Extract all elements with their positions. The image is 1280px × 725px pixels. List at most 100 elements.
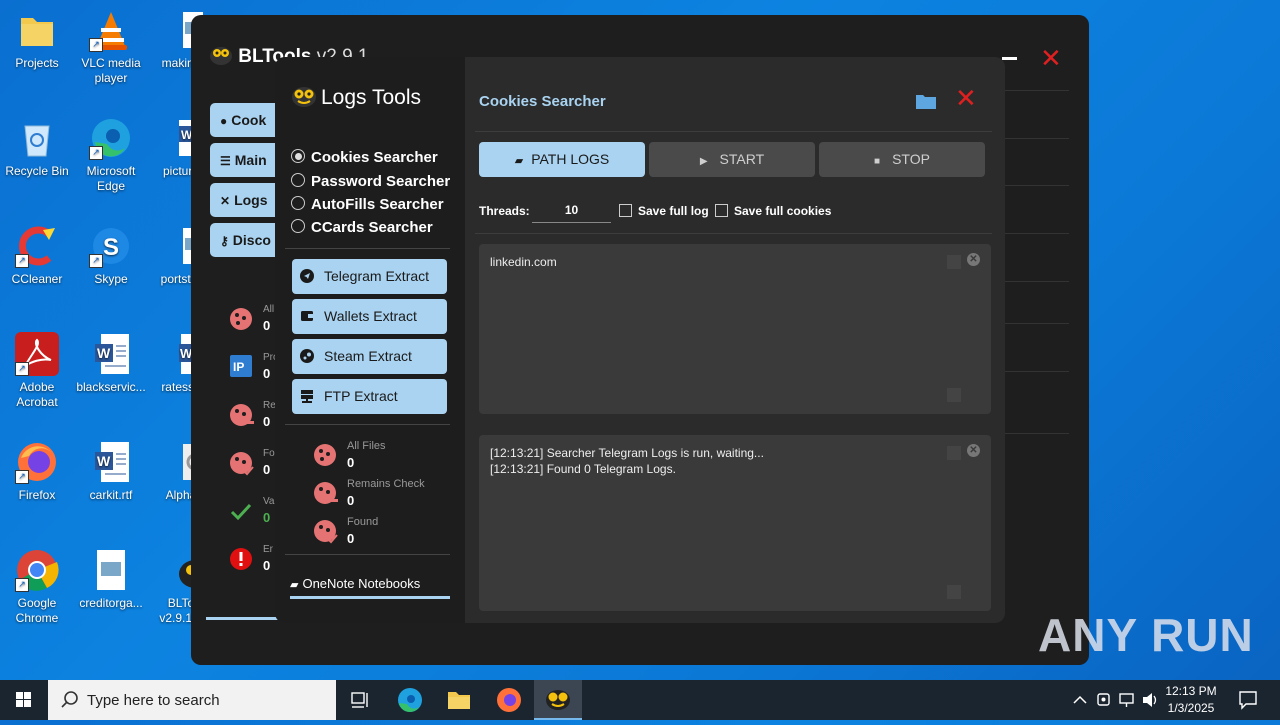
taskbar-firefox[interactable]: [485, 680, 533, 720]
bltools-logo-icon: [209, 45, 233, 65]
taskbar-edge[interactable]: [386, 680, 434, 720]
folder-icon: [15, 8, 59, 52]
radio-password-searcher[interactable]: Password Searcher: [291, 173, 450, 190]
sidebar-item-label: Main: [234, 152, 267, 168]
stat-value: 0: [347, 493, 355, 508]
sidebar-active-bar: [206, 617, 286, 620]
stat-value: 0: [263, 414, 271, 429]
radio-label: Password Searcher: [311, 173, 451, 190]
desktop-icon-label: VLC media player: [81, 56, 141, 85]
skype-icon: S ↗: [89, 224, 133, 268]
clear-icon[interactable]: ✕: [967, 253, 980, 266]
start-button[interactable]: [0, 680, 48, 720]
folder-icon[interactable]: [915, 92, 937, 110]
desktop-icon-vlc[interactable]: ↗ VLC media player: [75, 8, 147, 86]
desktop-icon-label: Google Chrome: [15, 596, 59, 625]
bltools-icon: [546, 690, 570, 710]
desktop-icon-blackservic[interactable]: W blackservic...: [75, 332, 147, 395]
desktop-icon-label: carkit.rtf: [89, 488, 133, 502]
divider: [1003, 138, 1069, 139]
acrobat-icon: ↗: [15, 332, 59, 376]
radio-autofills-searcher[interactable]: AutoFills Searcher: [291, 196, 444, 213]
wallets-extract-button[interactable]: Wallets Extract: [292, 299, 447, 334]
edge-icon: ↗: [89, 116, 133, 160]
desktop-icon-chrome[interactable]: ↗ Google Chrome: [1, 548, 73, 626]
tray-overflow-button[interactable]: [1070, 680, 1090, 720]
stat-value: 0: [347, 531, 355, 546]
clear-icon[interactable]: ✕: [967, 444, 980, 457]
main-close-button[interactable]: ✕: [1040, 45, 1062, 71]
radio-empty-icon: [291, 196, 305, 210]
desktop-icon-skype[interactable]: S ↗ Skype: [75, 224, 147, 287]
logs-close-button[interactable]: ✕: [955, 85, 977, 111]
word-doc-icon: W: [89, 332, 133, 376]
desktop-icon-recycle-bin[interactable]: Recycle Bin: [1, 116, 73, 179]
save-full-log-checkbox[interactable]: Save full log: [619, 204, 709, 218]
desktop-icon-carkit[interactable]: W carkit.rtf: [75, 440, 147, 503]
logs-left-panel: Logs Tools Cookies Searcher Password Sea…: [275, 57, 465, 623]
divider: [1003, 433, 1069, 434]
desktop-icon-label: CCleaner: [11, 272, 63, 286]
scroll-up-button[interactable]: [947, 446, 961, 460]
cookie-check-icon: [230, 452, 254, 476]
query-textarea[interactable]: linkedin.com ✕: [479, 244, 991, 414]
ftp-extract-button[interactable]: FTP Extract: [292, 379, 447, 414]
tray-volume[interactable]: [1140, 680, 1160, 720]
minimize-button[interactable]: [1002, 57, 1017, 60]
stop-button[interactable]: ■ STOP: [819, 142, 985, 177]
stat-value: 0: [263, 318, 271, 333]
desktop-icon-firefox[interactable]: ↗ Firefox: [1, 440, 73, 503]
query-text: linkedin.com: [490, 255, 557, 269]
desktop-icon-projects[interactable]: Projects: [1, 8, 73, 71]
path-logs-button[interactable]: ▰ PATH LOGS: [479, 142, 645, 177]
tray-network[interactable]: [1117, 680, 1137, 720]
threads-input[interactable]: 10: [532, 198, 611, 223]
svg-text:S: S: [103, 234, 119, 261]
steam-extract-button[interactable]: Steam Extract: [292, 339, 447, 374]
ip-icon: IP: [230, 355, 252, 377]
divider: [285, 554, 450, 555]
onenote-notebooks-item[interactable]: ▰ OneNote Notebooks: [290, 576, 420, 591]
cookie-icon: [314, 444, 336, 466]
firefox-icon: ↗: [15, 440, 59, 484]
taskbar-search-box[interactable]: Type here to search: [48, 680, 336, 720]
desktop-icon-creditorga[interactable]: creditorga...: [75, 548, 147, 611]
stat-label: Found: [347, 516, 379, 528]
task-view-button[interactable]: [336, 680, 384, 720]
desktop-icon-acrobat[interactable]: ↗ Adobe Acrobat: [1, 332, 73, 410]
cookie-check-icon: [314, 520, 338, 544]
checkbox-label: Save full cookies: [734, 204, 832, 218]
logs-tools-window: Logs Tools Cookies Searcher Password Sea…: [275, 57, 1005, 623]
stop-icon: ■: [874, 156, 881, 167]
radio-label: CCards Searcher: [311, 219, 433, 236]
tray-app-icon[interactable]: [1094, 680, 1114, 720]
telegram-icon: [300, 269, 314, 283]
save-full-cookies-checkbox[interactable]: Save full cookies: [715, 204, 831, 218]
taskbar-file-explorer[interactable]: [435, 680, 483, 720]
scroll-down-button[interactable]: [947, 585, 961, 599]
radio-ccards-searcher[interactable]: CCards Searcher: [291, 219, 433, 236]
divider: [1003, 90, 1069, 91]
bltools-logo-icon: [291, 85, 317, 107]
firefox-icon: [497, 688, 521, 712]
taskbar-clock[interactable]: 12:13 PM 1/3/2025: [1160, 683, 1222, 717]
stat-value: 0: [263, 366, 271, 381]
button-label: PATH LOGS: [531, 151, 610, 167]
scroll-up-button[interactable]: [947, 255, 961, 269]
active-tab-indicator: [290, 596, 450, 599]
taskbar-bltools[interactable]: [534, 680, 582, 720]
telegram-extract-button[interactable]: Telegram Extract: [292, 259, 447, 294]
desktop-icon-ccleaner[interactable]: ↗ CCleaner: [1, 224, 73, 287]
radio-cookies-searcher[interactable]: Cookies Searcher: [291, 149, 438, 166]
scroll-down-button[interactable]: [947, 388, 961, 402]
desktop-icon-edge[interactable]: ↗ Microsoft Edge: [75, 116, 147, 194]
notifications-button[interactable]: [1236, 680, 1260, 720]
stat-value: 0: [347, 455, 355, 470]
log-output-textarea[interactable]: [12:13:21] Searcher Telegram Logs is run…: [479, 435, 991, 611]
start-button[interactable]: ▶ START: [649, 142, 815, 177]
folder-plus-icon: ▰: [514, 155, 524, 167]
checkmark-icon: [230, 503, 252, 521]
anyrun-watermark: ANY RUN: [1038, 609, 1254, 661]
checkbox-label: Save full log: [638, 204, 709, 218]
sliders-icon: ☰: [220, 154, 231, 168]
